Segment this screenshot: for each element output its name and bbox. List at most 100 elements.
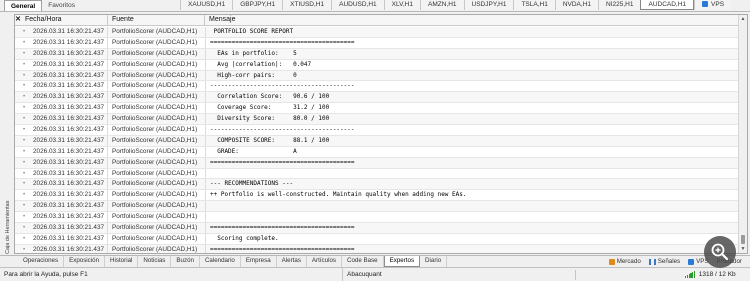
toolbox-tab[interactable]: Favoritos: [42, 0, 81, 11]
vertical-scrollbar[interactable]: ▲ ▼: [738, 15, 747, 253]
table-row[interactable]: • 2026.03.31 16:30:21.437 PortfolioScorer …: [15, 223, 740, 234]
toolbox-tab[interactable]: General: [4, 0, 43, 11]
chart-tab-label: GBPJPY,H1: [240, 1, 276, 8]
profile-name[interactable]: Abacuquant: [342, 268, 482, 281]
market-label: Mercado: [616, 258, 641, 265]
table-row[interactable]: • 2026.03.31 16:30:21.437 PortfolioScorer …: [15, 48, 740, 60]
log-time: 2026.03.31 16:30:21.437: [33, 126, 105, 134]
log-level-icon: •: [22, 170, 26, 177]
tab-diario[interactable]: Diario: [420, 256, 448, 267]
chart-tab[interactable]: AUDUSD,H1: [331, 0, 384, 10]
log-source: PortfolioScorer (AUDCAD,H1): [107, 103, 205, 114]
bottom-tab-strip: Operaciones Exposición Historial Noticias Bu…: [0, 255, 750, 267]
log-level-icon: •: [22, 72, 26, 79]
chart-tab[interactable]: AUDCAD,H1: [640, 0, 695, 10]
table-row[interactable]: • 2026.03.31 16:30:21.437 PortfolioScorer …: [15, 157, 740, 169]
log-time: 2026.03.31 16:30:21.437: [33, 234, 105, 242]
table-row[interactable]: • 2026.03.31 16:30:21.437 PortfolioScorer …: [15, 125, 740, 136]
chart-symbol-tabs: XAUUSD,H1 GBPJPY,H1 XTIUSD,H1 AUDUSD,H1 XLV,…: [180, 0, 732, 10]
table-row[interactable]: • 2026.03.31 16:30:21.437 PortfolioScorer …: [15, 168, 740, 180]
table-row[interactable]: • 2026.03.31 16:30:21.437 PortfolioScorer …: [15, 190, 740, 202]
log-message: ========================================: [205, 244, 737, 253]
log-level-icon: •: [22, 39, 26, 46]
tab-art-culos[interactable]: Artículos: [307, 256, 342, 267]
log-time: 2026.03.31 16:30:21.437: [33, 147, 105, 155]
log-time: 2026.03.31 16:30:21.437: [33, 180, 105, 188]
signals-icon: [648, 258, 656, 265]
log-source: PortfolioScorer (AUDCAD,H1): [107, 212, 205, 223]
tab-code-base[interactable]: Code Base: [342, 256, 384, 267]
log-source: PortfolioScorer (AUDCAD,H1): [107, 70, 205, 81]
tab-exposici-n[interactable]: Exposición: [64, 256, 106, 267]
side-label-text: Caja de Herramientas: [5, 200, 11, 255]
table-row[interactable]: • 2026.03.31 16:30:21.437 PortfolioScorer …: [15, 59, 740, 71]
chart-tab[interactable]: AMZN,H1: [420, 0, 464, 10]
market-button[interactable]: Mercado: [605, 258, 645, 265]
log-time: 2026.03.31 16:30:21.437: [33, 191, 105, 199]
table-row[interactable]: • 2026.03.31 16:30:21.437 PortfolioScorer …: [15, 114, 740, 126]
chart-tab[interactable]: VPS: [694, 0, 732, 10]
chart-tab[interactable]: TSLA,H1: [513, 0, 555, 10]
log-level-icon: •: [22, 159, 26, 166]
log-time: 2026.03.31 16:30:21.437: [33, 136, 105, 144]
log-level-icon: •: [22, 127, 26, 134]
tab-calendario[interactable]: Calendario: [200, 256, 241, 267]
table-row[interactable]: • 2026.03.31 16:30:21.437 PortfolioScorer …: [15, 201, 740, 213]
table-row[interactable]: • 2026.03.31 16:30:21.437 PortfolioScorer …: [15, 70, 740, 82]
log-source: PortfolioScorer (AUDCAD,H1): [107, 168, 205, 179]
chart-tab[interactable]: XAUUSD,H1: [180, 0, 233, 10]
column-header-time[interactable]: Fecha/Hora: [21, 15, 108, 25]
log-message: --- RECOMMENDATIONS ---: [205, 179, 737, 190]
log-time: 2026.03.31 16:30:21.437: [33, 71, 105, 79]
table-row[interactable]: • 2026.03.31 16:30:21.437 PortfolioScorer …: [15, 244, 740, 253]
tab-alertas[interactable]: Alertas: [277, 256, 307, 267]
tab-expertos[interactable]: Expertos: [383, 256, 421, 267]
column-header-message[interactable]: Mensaje: [205, 15, 740, 25]
log-message: PORTFOLIO SCORE REPORT: [205, 27, 737, 37]
log-source: PortfolioScorer (AUDCAD,H1): [107, 27, 205, 37]
table-row[interactable]: • 2026.03.31 16:30:21.437 PortfolioScorer …: [15, 92, 740, 104]
zoom-magnifier-icon[interactable]: [704, 236, 736, 268]
table-row[interactable]: • 2026.03.31 16:30:21.437 PortfolioScorer …: [15, 27, 740, 38]
tab-historial[interactable]: Historial: [105, 256, 139, 267]
toolbox-bottom-tabs: Operaciones Exposición Historial Noticias Bu…: [18, 256, 448, 267]
table-row[interactable]: • 2026.03.31 16:30:21.437 PortfolioScorer …: [15, 81, 740, 93]
table-row[interactable]: • 2026.03.31 16:30:21.437 PortfolioScorer …: [15, 103, 740, 115]
tab-buz-n[interactable]: Buzón: [171, 256, 200, 267]
log-message: Scoring complete.: [205, 233, 737, 244]
table-row[interactable]: • 2026.03.31 16:30:21.437 PortfolioScorer …: [15, 146, 740, 158]
vps-icon: [702, 1, 709, 8]
toolbox-side-label[interactable]: Caja de Herramientas: [1, 196, 12, 256]
table-row[interactable]: • 2026.03.31 16:30:21.437 PortfolioScorer …: [15, 179, 740, 191]
column-header-source[interactable]: Fuente: [108, 15, 205, 25]
log-message: GRADE: A: [205, 146, 737, 157]
tab-noticias[interactable]: Noticias: [138, 256, 172, 267]
chart-tab[interactable]: NVDA,H1: [554, 0, 599, 10]
tab-operaciones[interactable]: Operaciones: [18, 256, 65, 267]
tab-empresa[interactable]: Empresa: [241, 256, 277, 267]
signals-button[interactable]: Señales: [645, 258, 684, 265]
table-row[interactable]: • 2026.03.31 16:30:21.437 PortfolioScorer …: [15, 233, 740, 245]
table-row[interactable]: • 2026.03.31 16:30:21.437 PortfolioScorer …: [15, 135, 740, 147]
log-level-icon: •: [22, 203, 26, 210]
chart-tab[interactable]: XTIUSD,H1: [282, 0, 332, 10]
chart-tab-label: USDJPY,H1: [471, 1, 507, 8]
scroll-down-icon[interactable]: ▼: [740, 246, 746, 252]
chart-tab[interactable]: GBPJPY,H1: [232, 0, 283, 10]
chart-tab[interactable]: USDJPY,H1: [463, 0, 514, 10]
scrollbar-thumb[interactable]: [741, 235, 745, 244]
experts-journal-panel: ✕ Fecha/Hora Fuente Mensaje • 2026.03.31 …: [14, 14, 748, 254]
chart-tab[interactable]: NI225,H1: [598, 0, 641, 10]
scroll-up-icon[interactable]: ▲: [740, 16, 746, 22]
chart-tab-label: AMZN,H1: [428, 1, 457, 8]
log-time: 2026.03.31 16:30:21.437: [33, 82, 105, 90]
log-message: EAs in portfolio: 5: [205, 48, 737, 59]
connection-status[interactable]: 1318 / 12 Kb: [685, 268, 736, 281]
log-level-icon: •: [22, 61, 26, 68]
log-source: PortfolioScorer (AUDCAD,H1): [107, 201, 205, 212]
table-row[interactable]: • 2026.03.31 16:30:21.437 PortfolioScorer …: [15, 37, 740, 49]
chart-tab[interactable]: XLV,H1: [383, 0, 420, 10]
log-source: PortfolioScorer (AUDCAD,H1): [107, 48, 205, 59]
table-row[interactable]: • 2026.03.31 16:30:21.437 PortfolioScorer …: [15, 212, 740, 224]
log-level-icon: •: [22, 116, 26, 123]
